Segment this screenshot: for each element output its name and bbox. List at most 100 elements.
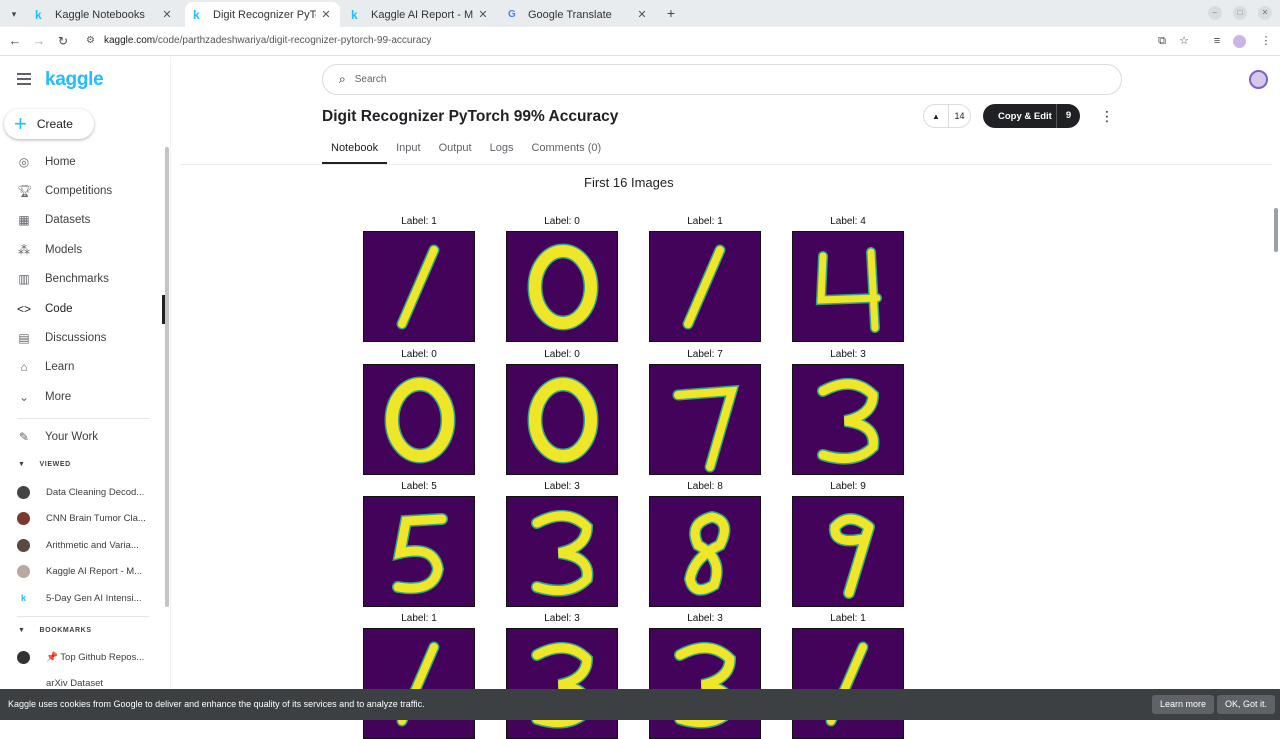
kaggle-favicon-icon: k xyxy=(193,7,200,22)
kaggle-logo[interactable]: kaggle xyxy=(45,69,104,91)
code-icon: <> xyxy=(17,301,32,316)
digit-image-cell: Label: 9 xyxy=(792,481,904,607)
sidebar-item-models[interactable]: ⁂ Models xyxy=(0,235,164,264)
reading-list-icon[interactable]: ≡ xyxy=(1210,34,1224,48)
sidebar-item-datasets[interactable]: ▦ Datasets xyxy=(0,205,164,234)
close-window-icon[interactable]: ✕ xyxy=(1258,6,1272,20)
browser-menu-icon[interactable]: ⋮ xyxy=(1259,34,1273,48)
browser-tab-kaggle-ai-report[interactable]: k Kaggle AI Report - Matur ✕ xyxy=(343,2,497,27)
digit-image xyxy=(363,231,475,342)
digit-label: Label: 9 xyxy=(830,481,866,492)
create-button[interactable]: + Create xyxy=(4,109,94,139)
tab-logs[interactable]: Logs xyxy=(481,140,523,164)
digit-image xyxy=(792,628,904,739)
browser-tab-google-translate[interactable]: G Google Translate ✕ xyxy=(500,2,656,27)
avatar xyxy=(17,511,30,525)
forward-icon[interactable]: → xyxy=(31,33,47,49)
reload-icon[interactable]: ↻ xyxy=(55,33,71,49)
avatar xyxy=(17,485,30,499)
sidebar-item-label: Models xyxy=(45,243,83,256)
digit-image-cell: Label: 4 xyxy=(792,216,904,342)
digit-label: Label: 1 xyxy=(401,216,437,227)
bookmarks-section-toggle[interactable]: ▼ BOOKMARKS xyxy=(18,627,92,634)
digit-label: Label: 5 xyxy=(401,481,437,492)
school-icon: ⌂ xyxy=(20,359,28,374)
sidebar-item-your-work[interactable]: ✎ Your Work xyxy=(0,422,164,451)
tab-title: Kaggle AI Report - Matur xyxy=(371,8,473,21)
digit-label: Label: 7 xyxy=(687,349,723,360)
viewed-item[interactable]: Arithmetic and Varia... xyxy=(17,534,157,556)
bookmark-item[interactable]: 📌 Top Github Repos... xyxy=(17,646,157,668)
ok-got-it-button[interactable]: OK, Got it. xyxy=(1217,695,1276,714)
digit-image-cell: Label: 0 xyxy=(506,349,618,475)
copy-edit-count: 9 xyxy=(1056,104,1080,128)
page-scrollbar[interactable] xyxy=(1274,208,1278,252)
site-info-icon[interactable]: ⚙ xyxy=(86,35,98,47)
browser-tab-kaggle-notebooks[interactable]: k Kaggle Notebooks ✕ xyxy=(27,2,181,27)
sidebar-item-more[interactable]: ⌄ More xyxy=(0,382,164,411)
maximize-icon[interactable]: □ xyxy=(1233,6,1247,20)
sidebar-item-learn[interactable]: ⌂ Learn xyxy=(0,352,164,381)
digit-image-cell: Label: 0 xyxy=(363,349,475,475)
browser-tab-digit-recognizer[interactable]: k Digit Recognizer PyTorch ✕ xyxy=(185,2,340,27)
page-title: Digit Recognizer PyTorch 99% Accuracy xyxy=(322,108,619,125)
search-input[interactable]: ⌕ Search xyxy=(322,64,1122,95)
url-host: kaggle.com xyxy=(104,35,156,46)
more-options-icon[interactable]: ⋮ xyxy=(1100,108,1114,125)
cookie-banner: Kaggle uses cookies from Google to deliv… xyxy=(0,689,1280,720)
upvote-button[interactable]: ▲ 14 xyxy=(923,104,971,128)
models-icon: ⁂ xyxy=(18,242,30,257)
minimize-icon[interactable]: – xyxy=(1208,6,1222,20)
digit-image xyxy=(363,364,475,475)
url-field[interactable]: kaggle.com/code/parthzadeshwariya/digit-… xyxy=(104,35,431,46)
sidebar-item-home[interactable]: ◎ Home xyxy=(0,147,164,176)
digit-label: Label: 3 xyxy=(544,481,580,492)
digit-image xyxy=(792,496,904,607)
kaggle-favicon-icon: k xyxy=(351,7,358,22)
new-tab-icon[interactable]: + xyxy=(664,5,678,21)
sidebar-item-discussions[interactable]: ▤ Discussions xyxy=(0,323,164,352)
search-placeholder: Search xyxy=(354,74,387,85)
viewed-item[interactable]: Kaggle AI Report - M... xyxy=(17,560,157,582)
digit-image xyxy=(506,496,618,607)
sidebar-item-label: Datasets xyxy=(45,213,91,226)
sidebar-item-benchmarks[interactable]: ▥ Benchmarks xyxy=(0,264,164,293)
digit-image-cell: Label: 3 xyxy=(649,613,761,739)
back-icon[interactable]: ← xyxy=(7,33,23,49)
bookmark-item-label: arXiv Dataset xyxy=(46,677,104,689)
bookmarks-heading: BOOKMARKS xyxy=(39,627,92,634)
user-avatar[interactable] xyxy=(1249,70,1268,89)
bookmark-star-icon[interactable]: ☆ xyxy=(1177,34,1191,48)
close-tab-icon[interactable]: ✕ xyxy=(161,8,173,21)
learn-more-button[interactable]: Learn more xyxy=(1152,695,1215,714)
viewed-item[interactable]: Data Cleaning Decod... xyxy=(17,481,157,503)
digit-image-cell: Label: 1 xyxy=(649,216,761,342)
viewed-item[interactable]: CNN Brain Tumor Cla... xyxy=(17,507,157,529)
sidebar-item-code[interactable]: <> Code xyxy=(0,294,164,323)
tab-notebook[interactable]: Notebook xyxy=(322,140,388,164)
close-tab-icon[interactable]: ✕ xyxy=(320,8,332,21)
digit-image xyxy=(649,496,761,607)
browser-profile-icon[interactable] xyxy=(1233,35,1246,48)
digit-image-cell: Label: 1 xyxy=(363,216,475,342)
tab-output[interactable]: Output xyxy=(430,140,481,164)
copy-edit-button[interactable]: Copy & Edit 9 xyxy=(983,104,1080,128)
install-app-icon[interactable]: ⧉ xyxy=(1155,34,1169,48)
tab-input[interactable]: Input xyxy=(387,140,429,164)
digit-label: Label: 0 xyxy=(544,216,580,227)
sidebar-scrollbar[interactable] xyxy=(165,147,169,607)
digit-image-cell: Label: 7 xyxy=(649,349,761,475)
close-tab-icon[interactable]: ✕ xyxy=(477,8,489,21)
digit-label: Label: 3 xyxy=(830,349,866,360)
hamburger-menu-icon[interactable] xyxy=(17,73,31,85)
tab-search-icon[interactable]: ▾ xyxy=(6,6,22,22)
viewed-item-label: Data Cleaning Decod... xyxy=(46,486,145,498)
viewed-item[interactable]: k 5-Day Gen AI Intensi... xyxy=(17,587,157,609)
close-tab-icon[interactable]: ✕ xyxy=(636,8,648,21)
tab-comments[interactable]: Comments (0) xyxy=(522,140,610,164)
viewed-item-label: CNN Brain Tumor Cla... xyxy=(46,512,146,524)
figure-title: First 16 Images xyxy=(584,175,674,190)
viewed-section-toggle[interactable]: ▼ VIEWED xyxy=(18,461,71,468)
digit-image xyxy=(792,364,904,475)
sidebar-item-competitions[interactable]: 🏆︎ Competitions xyxy=(0,176,164,205)
